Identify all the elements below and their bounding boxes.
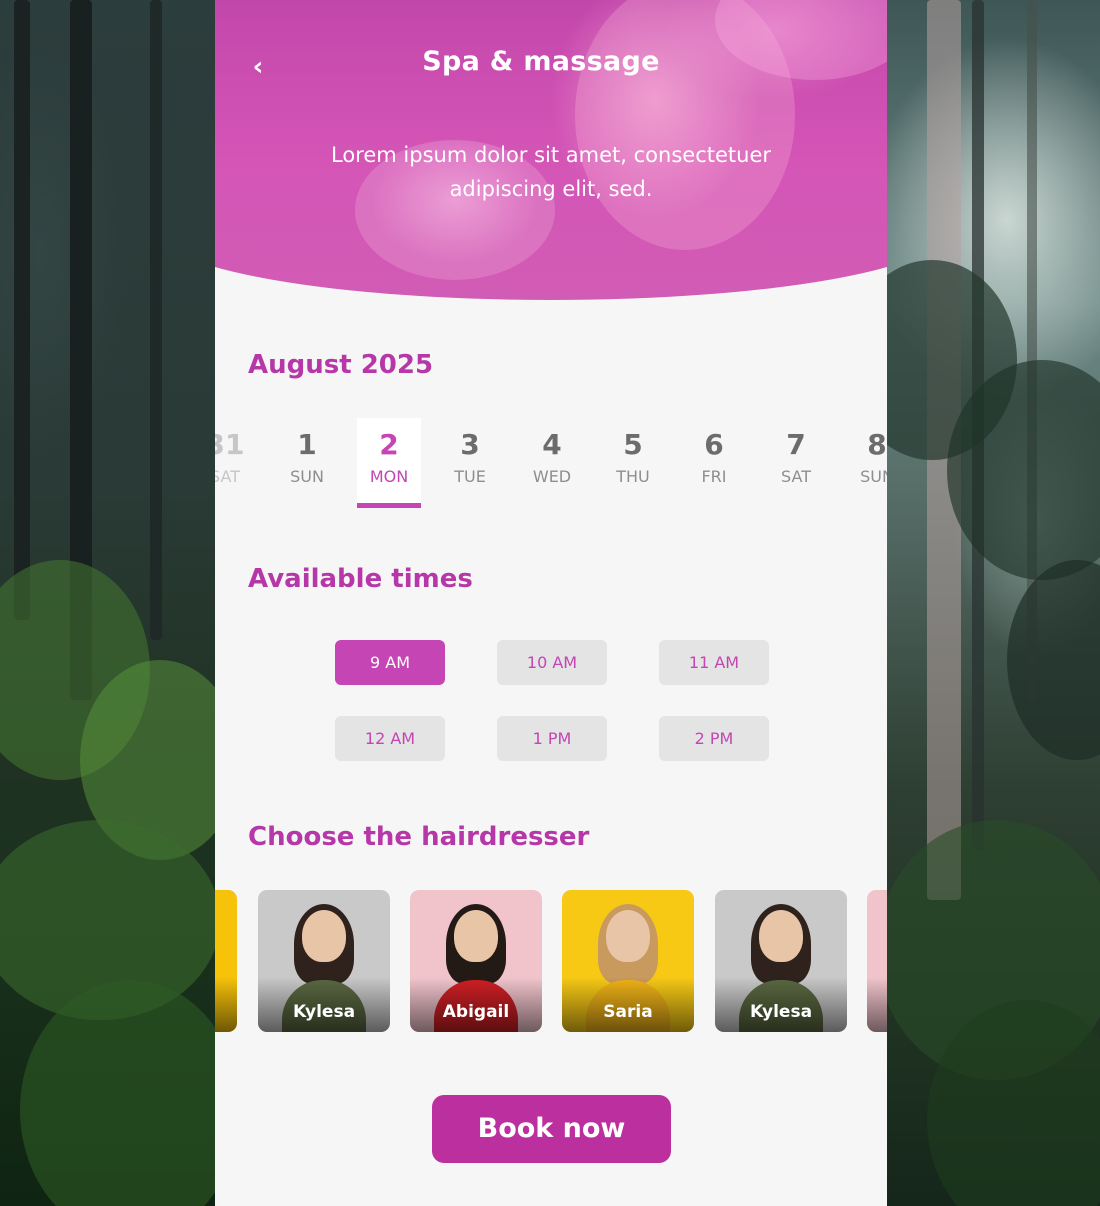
date-number: 8	[867, 428, 887, 461]
available-times-title: Available times	[248, 564, 473, 594]
date-weekday: SUN	[860, 467, 887, 486]
date-item[interactable]: 4 WED	[520, 418, 584, 506]
page-title: Spa & massage	[422, 46, 660, 77]
book-now-button[interactable]: Book now	[432, 1095, 671, 1163]
time-slot-button[interactable]: 12 AM	[335, 716, 445, 761]
time-slot-button[interactable]: 10 AM	[497, 640, 607, 685]
date-strip: 31 SAT 1 SUN 2 MON 3 TUE 4 WED 5 THU 6 FRI 7 SAT 8 SUN	[215, 418, 887, 508]
date-item[interactable]: 7 SAT	[764, 418, 828, 506]
booking-screen: ‹ Spa & massage Lorem ipsum dolor sit am…	[215, 0, 887, 1206]
date-number: 4	[542, 428, 562, 461]
time-slot-button[interactable]: 11 AM	[659, 640, 769, 685]
date-number: 31	[215, 428, 245, 461]
date-item[interactable]: 2 MON	[357, 418, 421, 508]
date-item[interactable]: 6 FRI	[682, 418, 746, 506]
time-slot-button[interactable]: 1 PM	[497, 716, 607, 761]
hairdresser-name: Abigail	[442, 1002, 510, 1022]
date-item[interactable]: 8 SUN	[845, 418, 887, 506]
month-label: August 2025	[248, 350, 434, 380]
time-slot-button[interactable]: 9 AM	[335, 640, 445, 685]
date-number: 2	[379, 428, 399, 461]
date-item[interactable]: 5 THU	[601, 418, 665, 506]
hairdresser-card[interactable]: Kylesa	[715, 890, 847, 1032]
date-weekday: THU	[616, 467, 650, 486]
date-item[interactable]: 31 SAT	[215, 418, 257, 506]
date-number: 5	[623, 428, 643, 461]
date-weekday: MON	[369, 467, 409, 486]
hairdresser-card[interactable]	[867, 890, 887, 1032]
date-weekday: SAT	[215, 467, 240, 486]
date-number: 3	[460, 428, 480, 461]
date-weekday: FRI	[701, 467, 727, 486]
date-number: 7	[786, 428, 806, 461]
date-weekday: WED	[532, 467, 572, 486]
date-weekday: SUN	[290, 467, 324, 486]
hairdresser-card[interactable]: Kylesa	[258, 890, 390, 1032]
date-item[interactable]: 1 SUN	[275, 418, 339, 506]
date-number: 6	[704, 428, 724, 461]
hairdresser-name: Kylesa	[749, 1002, 813, 1022]
hairdresser-name: Saria	[603, 1002, 653, 1022]
date-weekday: TUE	[454, 467, 486, 486]
page-subtitle: Lorem ipsum dolor sit amet, consectetuer…	[331, 143, 771, 201]
hairdresser-section-title: Choose the hairdresser	[248, 822, 590, 852]
date-weekday: SAT	[781, 467, 811, 486]
hairdresser-card[interactable]: Abigail	[410, 890, 542, 1032]
time-slot-button[interactable]: 2 PM	[659, 716, 769, 761]
forest-background-left	[0, 0, 215, 1206]
forest-background-right	[887, 0, 1100, 1206]
hairdresser-name: Kylesa	[292, 1002, 356, 1022]
date-number: 1	[297, 428, 317, 461]
hairdresser-card[interactable]	[215, 890, 237, 1032]
hairdresser-card[interactable]: Saria	[562, 890, 694, 1032]
date-item[interactable]: 3 TUE	[438, 418, 502, 506]
